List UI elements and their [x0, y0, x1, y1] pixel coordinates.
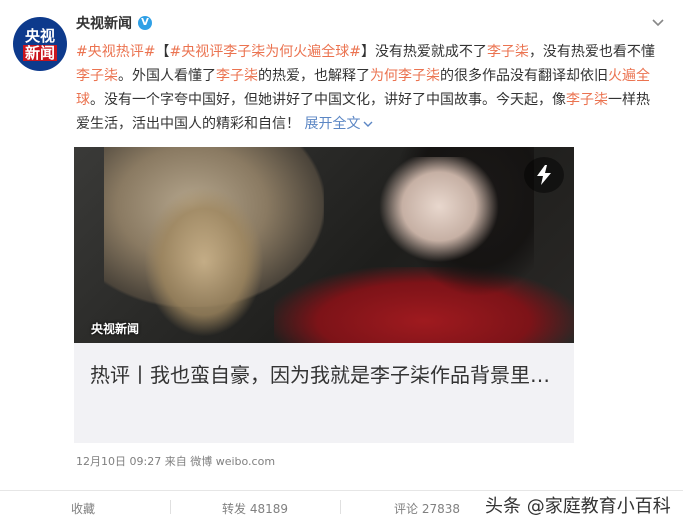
- article-card-title: 热评丨我也蛮自豪，因为我就是李子柒作品背景里…: [90, 363, 550, 387]
- author-row: 央视新闻 V: [76, 13, 152, 33]
- collect-button[interactable]: 收藏: [71, 500, 95, 517]
- from-label: 来自: [164, 455, 187, 468]
- expand-full-text-link[interactable]: 展开全文: [304, 116, 373, 132]
- post-time: 09:27: [129, 455, 162, 468]
- keyword-link[interactable]: 李子柒: [566, 92, 608, 108]
- chevron-down-icon: [363, 121, 373, 127]
- hashtag-topic-link[interactable]: 李子柒为何火遍全球: [223, 44, 349, 60]
- divider: [0, 490, 683, 491]
- video-thumbnail[interactable]: [74, 147, 574, 343]
- post-date: 12月10日: [76, 455, 126, 468]
- bracket-close: 】: [360, 44, 375, 60]
- bracket-open: 【: [155, 44, 170, 60]
- post-text-part: ，没有热爱也看不懂: [528, 44, 655, 60]
- grain-shape: [144, 187, 264, 337]
- video-watermark: 央视新闻: [91, 322, 140, 336]
- article-card[interactable]: 热评丨我也蛮自豪，因为我就是李子柒作品背景里…: [74, 343, 574, 443]
- source-label[interactable]: 微博 weibo.com: [190, 455, 275, 468]
- post-meta: 12月10日 09:27 来自 微博 weibo.com: [76, 453, 275, 469]
- keyword-link[interactable]: 李子柒: [76, 68, 118, 84]
- author-name[interactable]: 央视新闻: [76, 13, 132, 33]
- keyword-link[interactable]: 李子柒: [216, 68, 258, 84]
- lightning-icon: [537, 165, 551, 185]
- verified-icon: V: [138, 16, 152, 30]
- face-shape: [374, 157, 504, 267]
- separator: [170, 500, 171, 514]
- lightning-button[interactable]: [524, 157, 564, 193]
- hashtag-link[interactable]: #央视热评#: [76, 44, 155, 60]
- post-text-part: 。没有一个字夸中国好，但她讲好了中国文化，讲好了中国故事。今天起，像: [90, 92, 566, 108]
- expand-label: 展开全文: [304, 116, 361, 132]
- avatar-text-bottom: 新闻: [22, 43, 57, 62]
- hashtag-suffix[interactable]: #: [349, 44, 361, 60]
- avatar-text-top: 央视: [24, 26, 55, 45]
- post-text-part: 没有热爱就成不了: [374, 44, 487, 60]
- post-text-part: 。外国人看懂了: [118, 68, 216, 84]
- chevron-down-icon[interactable]: [651, 16, 665, 30]
- separator: [340, 500, 341, 514]
- hashtag-prefix[interactable]: #央视评: [169, 44, 223, 60]
- brand-watermark: 头条 @家庭教育小百科: [485, 496, 671, 517]
- avatar[interactable]: 央视 新闻: [13, 17, 67, 71]
- comment-button[interactable]: 评论 27838: [394, 500, 460, 517]
- repost-button[interactable]: 转发 48189: [222, 500, 288, 517]
- post-text-part: 的热爱，也解释了: [258, 68, 370, 84]
- post-text: #央视热评#【#央视评李子柒为何火遍全球#】没有热爱就成不了李子柒，没有热爱也看…: [76, 40, 662, 136]
- keyword-link[interactable]: 为何李子柒: [370, 68, 440, 84]
- keyword-link[interactable]: 李子柒: [487, 44, 529, 60]
- post-text-part: 的很多作品没有翻译却依旧: [440, 68, 608, 84]
